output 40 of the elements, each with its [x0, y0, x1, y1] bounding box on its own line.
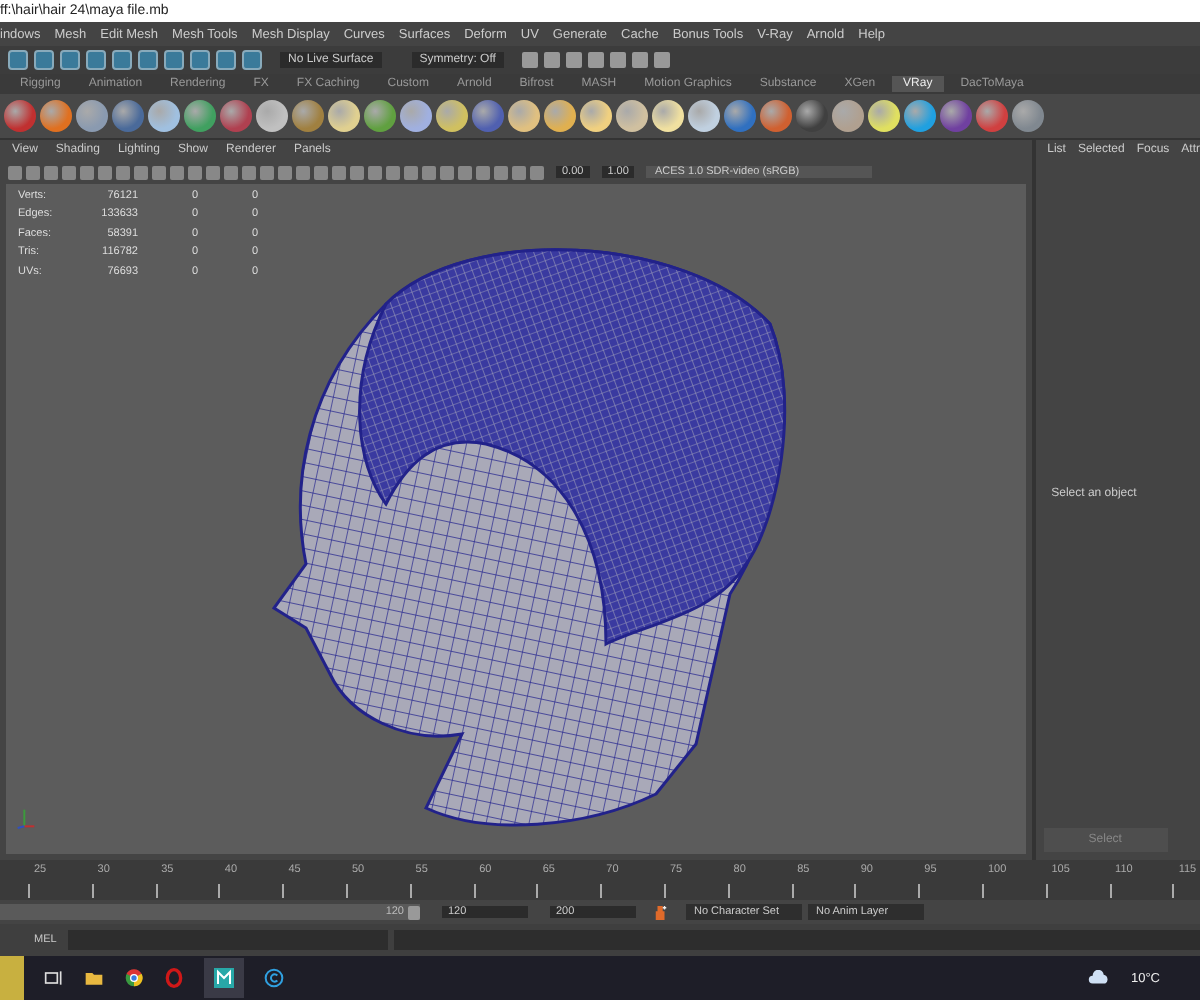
shelf-icon[interactable] [220, 100, 252, 132]
photo-placeholder [0, 956, 24, 1000]
ring-icon[interactable] [164, 968, 184, 988]
app-icon[interactable] [204, 958, 244, 998]
shelf-icon[interactable] [544, 100, 576, 132]
shelf-icon[interactable] [652, 100, 684, 132]
shelf-icon[interactable] [184, 100, 216, 132]
task-view-icon[interactable] [44, 968, 64, 988]
shelf-icon[interactable] [796, 100, 828, 132]
shelf-icon[interactable] [832, 100, 864, 132]
shelf-icon[interactable] [724, 100, 756, 132]
shelf-icon[interactable] [436, 100, 468, 132]
shelf-icon[interactable] [364, 100, 396, 132]
shelf-icon[interactable] [580, 100, 612, 132]
folder-icon[interactable] [84, 968, 104, 988]
cloud-icon [1088, 970, 1111, 986]
shelf-icon[interactable] [112, 100, 144, 132]
shelf-icon[interactable] [4, 100, 36, 132]
shelf-icon[interactable] [328, 100, 360, 132]
shelf-icon[interactable] [148, 100, 180, 132]
range-handle[interactable] [408, 905, 420, 919]
shelf-icon[interactable] [292, 100, 324, 132]
shelf-icon[interactable] [508, 100, 540, 132]
shelf-icon[interactable] [616, 100, 648, 132]
circle-icon[interactable] [264, 968, 284, 988]
shelf-icon[interactable] [76, 100, 108, 132]
shelf-icon[interactable] [904, 100, 936, 132]
shelf-icon[interactable] [472, 100, 504, 132]
shelf-icon[interactable] [400, 100, 432, 132]
character-icon[interactable] [654, 903, 668, 921]
shelf-icon[interactable] [760, 100, 792, 132]
axis-icon [16, 806, 36, 830]
shelf-icon[interactable] [40, 100, 72, 132]
shelf-icon[interactable] [688, 100, 720, 132]
shelf-icon[interactable] [940, 100, 972, 132]
shelf-icon[interactable] [976, 100, 1008, 132]
shelf-icon[interactable] [868, 100, 900, 132]
shelf-icon[interactable] [256, 100, 288, 132]
shelf-icon[interactable] [1012, 100, 1044, 132]
browser-icon[interactable] [124, 968, 144, 988]
